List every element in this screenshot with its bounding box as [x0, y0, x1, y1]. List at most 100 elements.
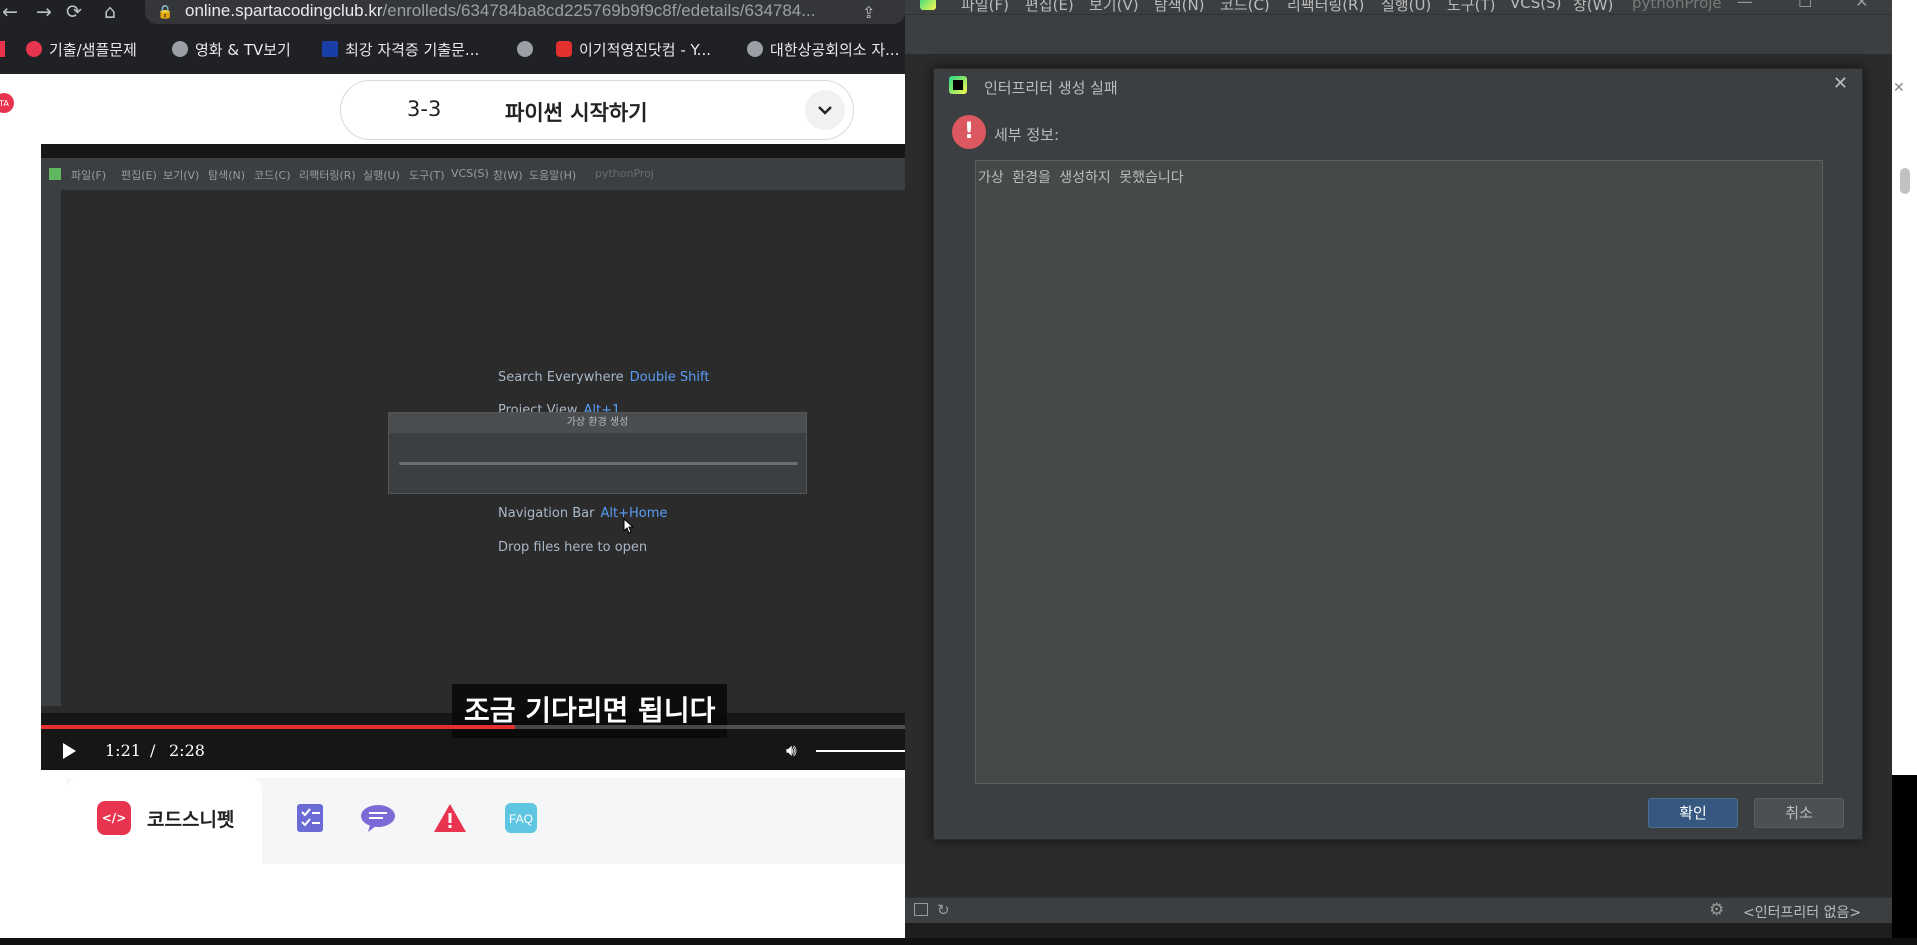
screen-bottom-edge [0, 938, 1917, 945]
bookmark-item[interactable]: 대한상공회의소 자... [747, 39, 899, 59]
tip-label: Drop files here to open [498, 540, 648, 555]
bookmark-favicon-icon [322, 41, 338, 57]
cancel-button[interactable]: 취소 [1754, 798, 1844, 828]
tool-window-toggle-icon[interactable] [914, 903, 928, 916]
menu-view[interactable]: 보기(V) [1089, 0, 1139, 15]
video-progress-bar[interactable] [41, 725, 911, 729]
url-text[interactable]: online.spartacodingclub.kr/enrolleds/634… [185, 1, 815, 21]
video-menu-item: 실행(U) [363, 169, 400, 182]
tab-code-snippet-label: 코드스니펫 [147, 809, 235, 831]
bookmark-label: 영화 & TV보기 [195, 40, 291, 59]
tip-label: Navigation Bar [498, 506, 595, 521]
menu-code[interactable]: 코드(C) [1220, 0, 1270, 15]
menu-navigate[interactable]: 탐색(N) [1154, 0, 1205, 15]
bookmark-label: 최강 자격증 기출문... [345, 40, 480, 59]
checklist-icon[interactable] [292, 800, 328, 836]
volume-slider[interactable] [816, 750, 911, 752]
tab-code-snippet[interactable]: </> 코드스니펫 [66, 778, 262, 864]
pycharm-logo-icon [949, 76, 967, 94]
error-icon: ! [952, 115, 986, 149]
menu-refactor[interactable]: 리팩터링(R) [1287, 0, 1364, 15]
interpreter-error-dialog: 인터프리터 생성 실패 ✕ ! 세부 정보: 가상 환경을 생성하지 못했습니다… [933, 68, 1863, 840]
time-separator: / [150, 741, 156, 760]
bookmark-partial[interactable] [0, 39, 5, 59]
menu-edit[interactable]: 편집(E) [1025, 0, 1074, 15]
bookmark-item[interactable] [517, 39, 533, 59]
faq-label: FAQ [509, 812, 533, 826]
tip-key: Alt+1 [583, 403, 621, 412]
lesson-number: 3-3 [407, 97, 442, 121]
home-icon[interactable]: ⌂ [104, 1, 116, 23]
video-venv-dialog: 가상 환경 생성 [388, 412, 807, 494]
close-icon[interactable]: ✕ [1855, 0, 1868, 11]
bookmark-item[interactable]: 기출/샘플문제 [26, 39, 137, 59]
menu-window[interactable]: 창(W) [1573, 0, 1613, 15]
video-menu-item: 도구(T) [409, 169, 445, 182]
pycharm-titlebar: 파일(F) 편집(E) 보기(V) 탐색(N) 코드(C) 리팩터링(R) 실행… [905, 0, 1892, 14]
menu-vcs[interactable]: VCS(S) [1510, 0, 1561, 12]
menu-run[interactable]: 실행(U) [1381, 0, 1431, 15]
details-label: 세부 정보: [994, 126, 1060, 144]
faq-icon[interactable]: FAQ [503, 800, 539, 836]
bookmark-label: 기출/샘플문제 [49, 40, 137, 59]
tip-project-view: Project View Alt+1 [498, 403, 620, 412]
video-ide-sidebar [41, 190, 61, 706]
video-player[interactable]: 파일(F) 편집(E) 보기(V) 탐색(N) 코드(C) 리팩터링(R) 실행… [41, 144, 911, 770]
pycharm-logo-icon [49, 168, 61, 180]
video-menu-item: 코드(C) [254, 169, 291, 182]
video-venv-dialog-title: 가상 환경 생성 [389, 413, 806, 433]
current-time: 1:21 [105, 741, 141, 760]
video-progress-fill [41, 725, 516, 729]
video-controls: 1:21 / 2:28 🔊︎ [41, 732, 911, 770]
url-host: online.spartacodingclub.kr [185, 1, 383, 20]
bookmark-item[interactable]: 최강 자격증 기출문... [322, 39, 479, 59]
chat-bubble-icon[interactable] [360, 800, 396, 836]
video-menu-item: 탐색(N) [208, 169, 246, 182]
lesson-selector[interactable]: 3-3 파이썬 시작하기 [340, 80, 854, 140]
globe-icon [172, 41, 188, 57]
pycharm-logo-icon [920, 0, 936, 10]
lock-icon[interactable]: 🔒 [157, 5, 173, 20]
menu-tools[interactable]: 도구(T) [1447, 0, 1495, 15]
volume-icon[interactable]: 🔊︎ [786, 741, 797, 761]
url-path: /enrolleds/634784ba8cd225769b9f9c8f/edet… [382, 1, 816, 20]
bookmark-item[interactable]: 이기적영진닷컴 - Y... [556, 39, 711, 59]
warning-icon[interactable] [432, 800, 468, 836]
chevron-down-icon[interactable] [805, 90, 845, 130]
site-logo-icon[interactable]: TA [0, 93, 14, 113]
error-details-text[interactable]: 가상 환경을 생성하지 못했습니다 [975, 160, 1823, 784]
pycharm-window: 파일(F) 편집(E) 보기(V) 탐색(N) 코드(C) 리팩터링(R) 실행… [905, 0, 1892, 945]
youtube-icon [556, 41, 572, 57]
forward-arrow-icon[interactable]: → [36, 1, 52, 23]
play-icon[interactable] [63, 743, 76, 759]
bookmark-favicon-icon [26, 41, 42, 57]
refresh-icon[interactable]: ↻ [937, 901, 950, 919]
video-menu-item: 창(W) [493, 169, 523, 182]
reload-icon[interactable]: ⟳ [66, 1, 82, 23]
status-bar: ↻ ⚙ <인터프리터 없음> [905, 897, 1892, 923]
tip-search-everywhere: Search Everywhere Double Shift [498, 370, 709, 385]
share-icon[interactable]: ⇪ [862, 3, 875, 22]
ok-button[interactable]: 확인 [1648, 798, 1738, 828]
video-menu-item: VCS(S) [451, 167, 489, 180]
close-icon[interactable]: ✕ [1833, 73, 1848, 94]
bookmarks-bar: 기출/샘플문제 영화 & TV보기 최강 자격증 기출문... 이기적영진닷컴 … [0, 24, 910, 74]
tip-navigation-bar: Navigation Bar Alt+Home [498, 506, 667, 521]
bookmark-label: 이기적영진닷컴 - Y... [579, 40, 711, 59]
bookmark-item[interactable]: 영화 & TV보기 [172, 39, 291, 59]
menu-file[interactable]: 파일(F) [961, 0, 1009, 15]
globe-icon [517, 41, 533, 57]
back-arrow-icon[interactable]: ← [2, 1, 18, 23]
video-ide-menu: 파일(F) 편집(E) 보기(V) 탐색(N) 코드(C) 리팩터링(R) 실행… [41, 158, 911, 190]
video-menu-item: pythonProj [595, 167, 654, 180]
gear-icon[interactable]: ⚙ [1709, 900, 1724, 920]
interpreter-status[interactable]: <인터프리터 없음> [1743, 902, 1861, 922]
close-icon[interactable]: ✕ [1893, 80, 1905, 96]
minimize-icon[interactable]: — [1737, 0, 1753, 11]
maximize-icon[interactable]: ☐ [1798, 0, 1812, 11]
background-window-edge-dark [1892, 775, 1917, 945]
mouse-cursor-icon [623, 518, 635, 534]
bookmark-label: 대한상공회의소 자... [770, 40, 900, 59]
scrollbar-thumb[interactable] [1900, 168, 1910, 194]
tip-label: Project View [498, 403, 578, 412]
